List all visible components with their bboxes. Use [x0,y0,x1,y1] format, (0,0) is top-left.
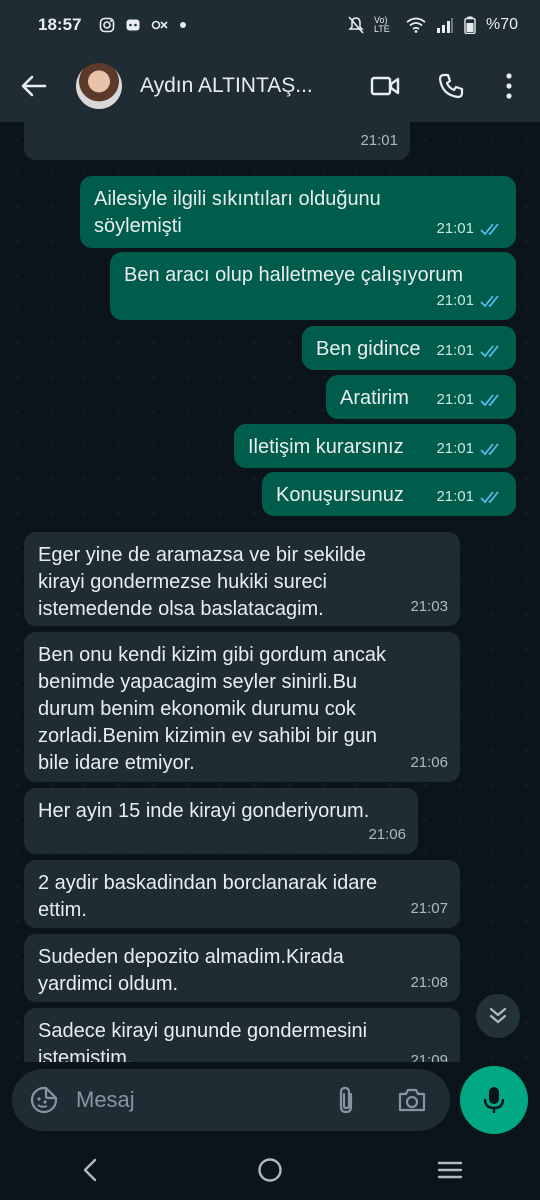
voice-message-button[interactable] [460,1066,528,1134]
read-ticks-icon [480,222,504,236]
message-time: 21:01 [436,220,474,237]
message-bubble-incoming[interactable]: Sadece kirayi gununde gondermesini istem… [24,1008,460,1062]
message-meta: 21:01 [436,435,504,462]
message-placeholder: Mesaj [76,1087,135,1112]
message-meta: 21:01 [436,386,504,413]
read-ticks-icon [480,344,504,358]
message-meta: 21:01 [360,127,398,154]
camera-button[interactable] [392,1082,432,1118]
message-meta: 21:01 [436,287,504,314]
signal-icon [436,17,454,33]
camera-icon [398,1088,426,1112]
mute-icon [348,16,364,34]
read-ticks-icon [480,490,504,504]
scroll-to-bottom-button[interactable] [476,994,520,1038]
message-bubble-incoming[interactable]: Her ayin 15 inde kirayi gonderiyorum. 21… [24,788,418,854]
paperclip-icon [339,1086,353,1114]
message-text: Sadece kirayi gununde gondermesini istem… [38,1020,368,1062]
read-ticks-icon [480,393,504,407]
message-bubble-outgoing[interactable]: Ben aracı olup halletmeye çalışıyorum 21… [110,252,516,320]
double-chevron-down-icon [489,1007,507,1024]
message-bubble-outgoing[interactable]: Ailesiyle ilgili sıkıntıları olduğunu sö… [80,176,516,248]
home-circle-icon [258,1158,282,1182]
nav-back-button[interactable] [50,1140,130,1200]
contact-name[interactable]: Aydın ALTINTAŞ... [140,74,330,98]
message-text: Eger yine de aramazsa ve bir sekilde kir… [38,544,366,620]
message-bubble-incoming[interactable]: 2 aydir baskadindan borclanarak idare et… [24,860,460,928]
message-time: 21:01 [436,440,474,457]
message-time: 21:09 [410,1052,448,1062]
message-time: 21:01 [360,132,398,149]
message-time: 21:07 [410,900,448,917]
notification-icons [99,17,187,33]
message-time: 21:08 [410,974,448,991]
message-text: Sudeden depozito almadim.Kirada yardimci… [38,946,344,995]
message-input[interactable]: Mesaj [12,1069,450,1131]
message-meta: 21:06 [368,821,406,848]
message-bubble-incoming[interactable]: Eger yine de aramazsa ve bir sekilde kir… [24,532,460,626]
chevron-left-icon [83,1158,97,1182]
system-status: Vo) LTE %70 [348,16,518,34]
message-meta: 21:01 [436,337,504,364]
emoji-sticker-icon [30,1086,58,1114]
read-ticks-icon [480,442,504,456]
message-text: Ben aracı olup halletmeye çalışıyorum [124,264,464,286]
message-meta: 21:09 [410,1047,448,1062]
instagram-icon [99,17,115,33]
message-text: Her ayin 15 inde kirayi gonderiyorum. [38,800,370,822]
attach-button[interactable] [328,1082,364,1118]
message-meta: 21:03 [410,593,448,620]
discord-icon [125,17,141,33]
message-bubble-incoming[interactable]: Ben onu kendi kizim gibi gordum ancak be… [24,632,460,782]
compose-bar: Mesaj [0,1062,540,1140]
dot-icon [179,21,187,29]
voice-call-button[interactable] [418,50,484,122]
microphone-icon [483,1087,505,1113]
battery-level: %70 [485,16,518,33]
more-vertical-icon [506,73,512,99]
message-time: 21:03 [410,598,448,615]
message-bubble-outgoing[interactable]: Aratirim 21:01 [326,375,516,419]
message-bubble-incoming[interactable]: Sudeden depozito almadim.Kirada yardimci… [24,934,460,1002]
arrow-left-icon [21,75,47,97]
message-meta: 21:01 [436,215,504,242]
battery-icon [464,16,476,34]
status-bar: 18:57 Vo) LTE %70 [0,0,540,50]
message-time: 21:06 [410,754,448,771]
wifi-icon [406,17,426,33]
system-nav-bar [0,1140,540,1200]
message-list[interactable]: 21:01 Ailesiyle ilgili sıkıntıları olduğ… [0,122,540,1062]
more-options-button[interactable] [484,50,534,122]
back-button[interactable] [4,50,64,122]
video-call-button[interactable] [352,50,418,122]
message-text: Ben onu kendi kizim gibi gordum ancak be… [38,644,386,774]
phone-icon [438,73,464,99]
message-meta: 21:01 [436,483,504,510]
recents-menu-icon [437,1161,463,1179]
app-notification-icon [151,18,169,32]
nav-home-button[interactable] [230,1140,310,1200]
avatar[interactable] [76,63,122,109]
chat-header: Aydın ALTINTAŞ... [0,50,540,122]
message-meta: 21:08 [410,969,448,996]
message-meta: 21:06 [410,749,448,776]
status-time: 18:57 [38,15,82,34]
network-label: Vo) LTE [373,15,390,34]
message-bubble-outgoing[interactable]: Ben gidince 21:01 [302,326,516,370]
message-bubble-incoming[interactable]: 21:01 [24,122,410,160]
message-time: 21:01 [436,342,474,359]
message-time: 21:06 [368,826,406,843]
message-text: 2 aydir baskadindan borclanarak idare et… [38,872,378,921]
video-call-icon [370,76,400,96]
message-bubble-outgoing[interactable]: Konuşursunuz 21:01 [262,472,516,516]
message-bubble-outgoing[interactable]: Iletişim kurarsınız 21:01 [234,424,516,468]
nav-recents-button[interactable] [410,1140,490,1200]
message-time: 21:01 [436,488,474,505]
emoji-button[interactable] [12,1069,76,1131]
header-actions [352,50,540,122]
read-ticks-icon [480,294,504,308]
message-time: 21:01 [436,391,474,408]
message-meta: 21:07 [410,895,448,922]
message-time: 21:01 [436,292,474,309]
